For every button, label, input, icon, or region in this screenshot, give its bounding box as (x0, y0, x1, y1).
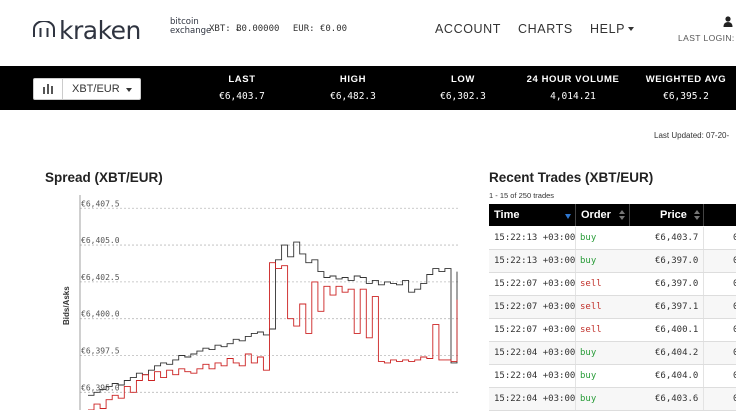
col-divider (575, 273, 576, 295)
trade-row: 15:22:07 +03:00 sell €6,400.1 0 (489, 319, 736, 342)
stat-low: LOW €6,302.3 (440, 74, 486, 102)
xbt-balance: XBT: Ƀ0.00000 (209, 24, 280, 34)
col-divider (575, 388, 576, 410)
nav-account[interactable]: ACCOUNT (435, 22, 501, 36)
col-divider (575, 365, 576, 387)
eur-balance: EUR: €0.00 (292, 24, 348, 34)
trade-price: €6,397.0 (655, 256, 699, 266)
trade-time: 15:22:04 +03:00 (494, 394, 576, 404)
col-divider (703, 319, 704, 341)
col-divider (703, 296, 704, 318)
col-divider (575, 342, 576, 364)
trade-time: 15:22:07 +03:00 (494, 325, 576, 335)
trade-order: buy (580, 233, 597, 243)
col-order[interactable]: Order (581, 209, 611, 221)
balances: XBT: Ƀ0.00000 EUR: €0.00 (209, 24, 355, 34)
col-divider (575, 319, 576, 341)
y-tick-label: €6,407.5 (81, 199, 120, 208)
chart-y-axis-label: Bids/Asks (62, 286, 71, 325)
col-divider (703, 342, 704, 364)
user-icon[interactable] (723, 16, 733, 27)
sort-icon[interactable] (694, 210, 700, 220)
trade-price: €6,403.7 (655, 233, 699, 243)
stat-last: LAST €6,403.7 (219, 74, 265, 102)
col-divider (703, 227, 704, 249)
nav-help[interactable]: HELP (590, 22, 635, 36)
col-divider (703, 204, 704, 226)
col-divider (575, 204, 576, 226)
trade-price: €6,400.1 (655, 325, 699, 335)
trade-price: €6,404.0 (655, 371, 699, 381)
col-divider (629, 204, 630, 226)
trade-price: €6,397.0 (655, 279, 699, 289)
trade-order: sell (580, 325, 602, 335)
col-time[interactable]: Time (494, 209, 519, 221)
trade-price: €6,397.1 (655, 302, 699, 312)
trade-price: €6,403.6 (655, 394, 699, 404)
last-updated: Last Updated: 07-20- (654, 131, 730, 140)
trade-row: 15:22:07 +03:00 sell €6,397.0 0 (489, 273, 736, 296)
trade-order: buy (580, 371, 597, 381)
pair-selector-button[interactable]: XBT/EUR (33, 78, 141, 100)
stat-volume: 24 HOUR VOLUME 4,014.21 (526, 74, 620, 102)
trade-time: 15:22:04 +03:00 (494, 371, 576, 381)
y-tick-label: €6,400.0 (81, 310, 120, 319)
trade-row: 15:22:13 +03:00 buy €6,403.7 0 (489, 227, 736, 250)
trade-order: buy (580, 256, 597, 266)
trade-order: buy (580, 394, 597, 404)
nav-charts[interactable]: CHARTS (518, 22, 573, 36)
trade-price: €6,404.2 (655, 348, 699, 358)
col-divider (703, 365, 704, 387)
y-tick-label: €6,402.5 (81, 273, 120, 282)
col-divider (575, 296, 576, 318)
spread-chart: €6,407.5 €6,405.0 €6,402.5 €6,400.0 €6,397.5… (79, 195, 460, 410)
trade-time: 15:22:13 +03:00 (494, 256, 576, 266)
col-divider (703, 273, 704, 295)
trades-header: Time Order Price (489, 204, 736, 226)
trade-time: 15:22:13 +03:00 (494, 233, 576, 243)
trade-time: 15:22:04 +03:00 (494, 348, 576, 358)
stat-high: HIGH €6,482.3 (330, 74, 376, 102)
spread-title: Spread (XBT/EUR) (45, 170, 163, 185)
kraken-logo-icon (33, 21, 55, 37)
trade-row: 15:22:04 +03:00 buy €6,404.2 0 (489, 342, 736, 365)
trade-order: buy (580, 348, 597, 358)
logo-subtitle: bitcoin exchange (170, 17, 212, 36)
col-price[interactable]: Price (660, 209, 687, 221)
logo-wordmark: kraken (59, 16, 141, 45)
y-tick-label: €6,397.5 (81, 347, 120, 356)
last-login: LAST LOGIN: 0 (678, 33, 736, 43)
trades-title: Recent Trades (XBT/EUR) (489, 170, 654, 185)
col-divider (703, 250, 704, 272)
trade-row: 15:22:07 +03:00 sell €6,397.1 0 (489, 296, 736, 319)
trade-row: 15:22:04 +03:00 buy €6,404.0 0 (489, 365, 736, 388)
trade-order: sell (580, 302, 602, 312)
top-header: kraken bitcoin exchange XBT: Ƀ0.00000 EU… (0, 0, 736, 66)
col-divider (575, 250, 576, 272)
trade-order: sell (580, 279, 602, 289)
sort-desc-icon[interactable] (565, 212, 571, 222)
stat-weighted-avg: WEIGHTED AVG €6,395.2 (645, 74, 727, 102)
sort-icon[interactable] (619, 210, 625, 220)
trade-time: 15:22:07 +03:00 (494, 279, 576, 289)
trade-time: 15:22:07 +03:00 (494, 302, 576, 312)
bar-chart-icon (34, 79, 63, 99)
col-divider (575, 227, 576, 249)
trade-row: 15:22:13 +03:00 buy €6,397.0 0 (489, 250, 736, 273)
caret-down-icon (126, 88, 132, 92)
ticker-bar: XBT/EUR LAST €6,403.7 HIGH €6,482.3 LOW … (0, 66, 736, 110)
caret-down-icon (628, 27, 635, 31)
y-tick-label: €6,405.0 (81, 236, 120, 245)
trade-row: 15:22:04 +03:00 buy €6,403.6 0 (489, 388, 736, 411)
col-divider (703, 388, 704, 410)
pair-label: XBT/EUR (72, 83, 120, 95)
trades-count: 1 - 15 of 250 trades (489, 191, 555, 200)
